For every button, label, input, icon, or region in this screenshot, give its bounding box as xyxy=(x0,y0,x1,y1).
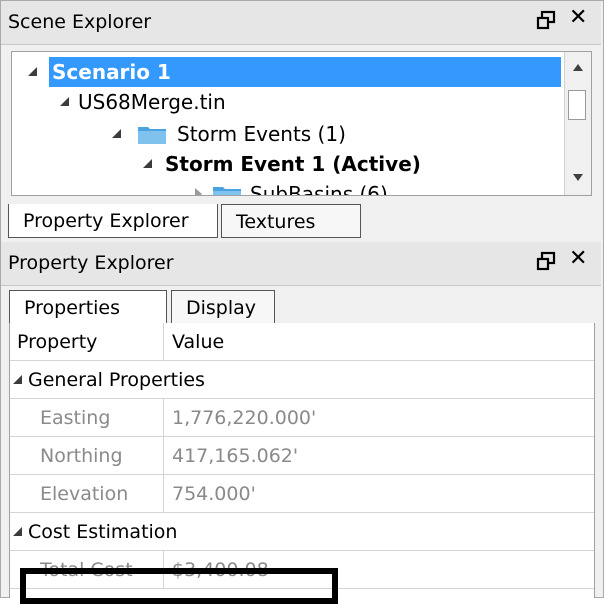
pin-icon[interactable] xyxy=(535,9,557,31)
tree-item-label: Storm Events (1) xyxy=(177,122,346,146)
tab-properties[interactable]: Properties xyxy=(9,290,167,324)
collapse-icon[interactable] xyxy=(195,188,202,195)
scene-tree[interactable]: Scenario 1 US68Merge.tin Storm Events (1… xyxy=(11,51,592,196)
group-cost-estimation[interactable]: Cost Estimation xyxy=(10,513,594,551)
property-value: 754.000' xyxy=(172,483,256,505)
tab-property-explorer[interactable]: Property Explorer xyxy=(8,204,218,238)
column-header-value[interactable]: Value xyxy=(165,323,224,361)
tree-item-label: Storm Event 1 (Active) xyxy=(165,152,421,176)
expand-icon[interactable] xyxy=(13,375,22,384)
table-row[interactable]: Easting 1,776,220.000' xyxy=(10,399,594,437)
table-row[interactable]: Elevation 754.000' xyxy=(10,475,594,513)
property-name: Elevation xyxy=(10,475,164,512)
table-row[interactable]: Northing 417,165.062' xyxy=(10,437,594,475)
expand-icon[interactable] xyxy=(28,67,37,76)
tab-label: Property Explorer xyxy=(23,210,189,232)
tab-textures[interactable]: Textures xyxy=(221,204,361,238)
property-explorer-title: Property Explorer xyxy=(8,252,174,274)
tree-item-label: SubBasins (6) xyxy=(250,182,388,196)
group-label: Cost Estimation xyxy=(28,521,178,543)
tab-display[interactable]: Display xyxy=(171,290,275,324)
expand-icon[interactable] xyxy=(13,527,22,536)
scroll-down-icon[interactable] xyxy=(573,174,583,181)
dock-tabs: Property Explorer Textures xyxy=(1,204,601,240)
property-name: Easting xyxy=(10,399,164,436)
property-name: Northing xyxy=(10,437,164,474)
scroll-up-icon[interactable] xyxy=(573,64,583,71)
tree-scrollbar[interactable] xyxy=(564,52,591,195)
close-icon[interactable]: ✕ xyxy=(569,7,587,29)
close-icon[interactable]: ✕ xyxy=(569,248,587,270)
pin-icon[interactable] xyxy=(535,250,557,272)
group-general-properties[interactable]: General Properties xyxy=(10,361,594,399)
column-header-property[interactable]: Property xyxy=(10,323,164,360)
grid-header: Property Value xyxy=(10,323,594,361)
tab-label: Textures xyxy=(236,211,316,233)
property-value: 1,776,220.000' xyxy=(172,407,317,429)
tree-item-label: US68Merge.tin xyxy=(78,90,226,114)
tab-label: Display xyxy=(186,297,257,319)
property-tabs: Properties Display xyxy=(1,288,601,324)
folder-icon xyxy=(213,187,241,195)
property-grid: Property Value General Properties Eastin… xyxy=(9,323,595,598)
property-explorer-titlebar: Property Explorer ✕ xyxy=(1,242,601,286)
tree-item-label: Scenario 1 xyxy=(49,57,561,87)
folder-icon xyxy=(138,127,166,144)
expand-icon[interactable] xyxy=(112,129,121,138)
tab-label: Properties xyxy=(24,297,121,319)
scroll-thumb[interactable] xyxy=(568,90,586,120)
property-value: 417,165.062' xyxy=(172,445,299,467)
highlight-box xyxy=(20,568,338,604)
expand-icon[interactable] xyxy=(60,97,69,106)
scene-explorer-titlebar: Scene Explorer ✕ xyxy=(1,1,601,45)
scene-explorer-title: Scene Explorer xyxy=(8,11,152,33)
expand-icon[interactable] xyxy=(143,159,152,168)
group-label: General Properties xyxy=(28,369,205,391)
